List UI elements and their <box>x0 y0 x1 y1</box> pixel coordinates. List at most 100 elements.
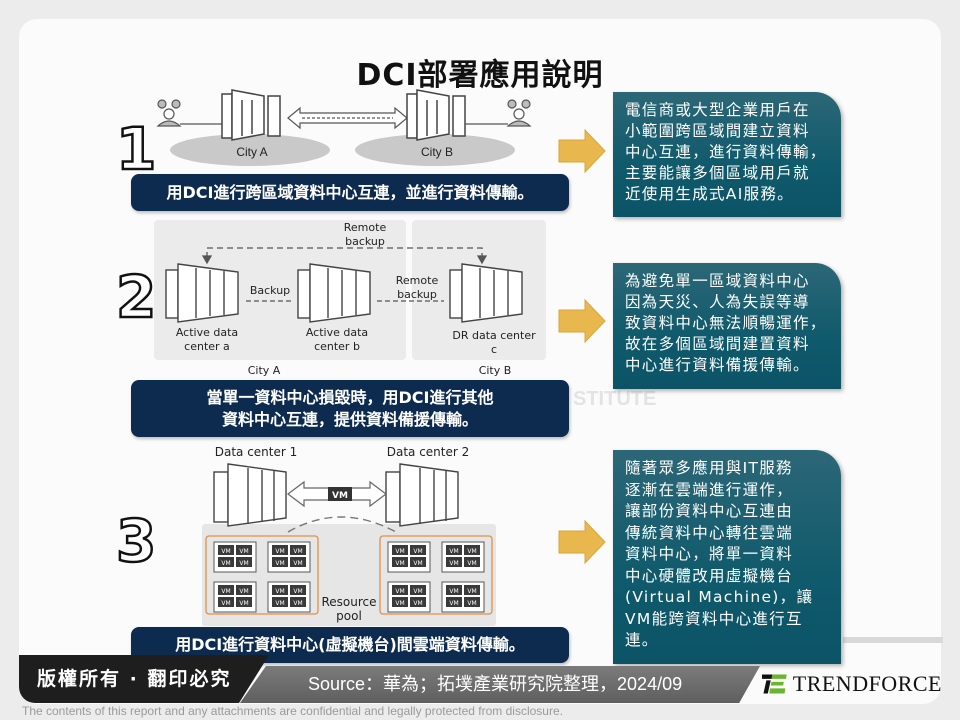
decorative-bar <box>843 637 943 643</box>
copyright-text: 版權所有 · 翻印必究 <box>37 668 232 690</box>
caption-line: 用DCI進行跨區域資料中心互連，並進行資料傳輸。 <box>166 182 534 202</box>
section-number-2: 2 <box>115 263 158 331</box>
vm-chip-label: VM <box>413 588 422 595</box>
vm-chip-label: VM <box>221 560 230 567</box>
arrow-right-icon-3 <box>558 519 606 565</box>
vm-chip-label: VM <box>275 588 284 595</box>
vm-chip-label: VM <box>395 560 404 567</box>
vm-chip-label: VM <box>275 548 284 555</box>
section-number-3: 3 <box>115 507 158 575</box>
vm-chip-label: VM <box>449 588 458 595</box>
vm-chip-label: VM <box>293 600 302 607</box>
arrow-right-icon-2 <box>558 298 606 344</box>
vm-chip-label: VM <box>239 548 248 555</box>
label-dc-c-2: c <box>491 343 497 356</box>
vm-chip-label: VM <box>395 548 404 555</box>
caption-section-1: 用DCI進行跨區域資料中心互連，並進行資料傳輸。 <box>131 174 569 211</box>
copyright-bar: 版權所有 · 翻印必究 <box>19 655 269 703</box>
watermark: STITUTE <box>573 388 657 410</box>
vm-chip-label: VM <box>293 588 302 595</box>
trendforce-logo: TRENDFORCE <box>762 664 942 704</box>
label-dc-b-2: center b <box>314 340 360 353</box>
vm-chip-label: VM <box>239 588 248 595</box>
note-line: 讓部份資料中心互連由 <box>625 502 794 520</box>
diagram-virtual-machines: Data center 1 Data center 2 Resource poo… <box>202 445 496 626</box>
note-line: 資料中心，將單一資料 <box>625 545 794 563</box>
disclaimer: The contents of this report and any atta… <box>22 704 563 718</box>
vm-chip-label: VM <box>413 600 422 607</box>
note-line: 故在多個區域間建置資料 <box>625 335 810 353</box>
vm-chip-label: VM <box>395 600 404 607</box>
label-city-b: City B <box>421 145 453 159</box>
vm-chip-label: VM <box>239 560 248 567</box>
note-line: 主要能讓多個區域用戶就 <box>625 164 810 182</box>
vm-chip-label: VM <box>449 600 458 607</box>
vm-chip-label: VM <box>413 560 422 567</box>
interconnect-arrow <box>287 106 408 130</box>
diagram-city-interconnect: City A City B <box>156 89 532 166</box>
users-icon-left <box>156 99 222 127</box>
trendforce-logo-icon <box>762 674 787 694</box>
vm-chip-label: VM <box>467 560 476 567</box>
vm-chip-label: VM <box>413 548 422 555</box>
label-remote-backup-mid-2: backup <box>397 288 437 301</box>
label-remote-backup-mid-1: Remote <box>396 274 439 287</box>
note-line: 隨著眾多應用與IT服務 <box>625 459 793 477</box>
label-dc-a-1: Active data <box>176 326 238 339</box>
caption-section-2: 當單一資料中心損毀時，用DCI進行其他 資料中心互連，提供資料備援傳輸。 <box>131 380 569 437</box>
server-icon-dc1 <box>213 463 287 527</box>
note-line: VM能跨資料中心進行互 <box>625 609 803 628</box>
vm-chip-label: VM <box>275 600 284 607</box>
note-line: 致資料中心無法順暢運作， <box>625 314 827 332</box>
caption-line: 當單一資料中心損毀時，用DCI進行其他 <box>206 387 494 407</box>
server-icon-dc-c <box>449 263 523 323</box>
arrow-right-icon-1 <box>558 128 606 174</box>
label-backup: Backup <box>250 284 290 297</box>
note-line: 因為天災、人為失誤等導 <box>625 293 810 311</box>
label-city-a: City A <box>236 145 267 159</box>
vm-chip-label: VM <box>449 548 458 555</box>
vm-chip-label: VM <box>275 560 284 567</box>
label-remote-backup-top-2: backup <box>345 235 385 248</box>
vm-chip-label: VM <box>449 560 458 567</box>
note-line: 傳統資料中心轉往雲端 <box>625 523 794 542</box>
logo-wordmark: TRENDFORCE <box>792 671 942 696</box>
vm-badge-label: VM <box>332 491 348 501</box>
note-line: 中心互連，進行資料傳輸， <box>625 143 827 161</box>
note-line: 中心進行資料備援傳輸。 <box>625 356 810 374</box>
caption-line: 用DCI進行資料中心(虛擬機台)間雲端資料傳輸。 <box>175 635 525 654</box>
label-dc2: Data center 2 <box>387 445 470 459</box>
vm-chip-label: VM <box>467 600 476 607</box>
server-icon-dc-a <box>165 263 239 323</box>
note-section-3: 隨著眾多應用與IT服務 逐漸在雲端進行運作， 讓部份資料中心互連由 傳統資料中心… <box>613 450 841 664</box>
label-city-b: City B <box>479 364 512 377</box>
note-line: 小範圍跨區域間建立資料 <box>625 122 810 140</box>
note-line: 近使用生成式AI服務。 <box>625 185 794 203</box>
vm-chip-label: VM <box>221 588 230 595</box>
note-line: 逐漸在雲端進行運作， <box>625 480 794 499</box>
vm-chip-label: VM <box>293 560 302 567</box>
label-dc-b-1: Active data <box>306 326 368 339</box>
note-section-2: 為避免單一區域資料中心 因為天災、人為失誤等導 致資料中心無法順暢運作， 故在多… <box>613 263 841 389</box>
server-icon-city-a <box>221 89 281 141</box>
vm-chip-label: VM <box>467 548 476 555</box>
label-dc-a-2: center a <box>184 340 230 353</box>
label-dc-c-1: DR data center <box>452 329 536 342</box>
vm-chip-label: VM <box>395 588 404 595</box>
note-line: 中心硬體改用虛擬機台 <box>625 566 794 585</box>
note-line: 為避免單一區域資料中心 <box>625 272 810 290</box>
label-city-a: City A <box>248 364 281 377</box>
users-icon-right <box>465 99 532 127</box>
vm-chip-label: VM <box>221 600 230 607</box>
note-line: 連。 <box>625 631 659 649</box>
vm-chip-label: VM <box>221 548 230 555</box>
vm-chip-label: VM <box>467 588 476 595</box>
server-icon-dc2 <box>385 463 459 527</box>
note-line: (Virtual Machine)，讓 <box>625 588 814 606</box>
vm-chip-label: VM <box>293 548 302 555</box>
note-line: 電信商或大型企業用戶在 <box>625 101 810 119</box>
source-text: Source：華為；拓墣產業研究院整理，2024/09 <box>308 674 683 694</box>
caption-line: 資料中心互連，提供資料備援傳輸。 <box>221 409 478 429</box>
source-bar: Source：華為；拓墣產業研究院整理，2024/09 <box>240 666 760 703</box>
server-icon-city-b <box>406 89 466 141</box>
